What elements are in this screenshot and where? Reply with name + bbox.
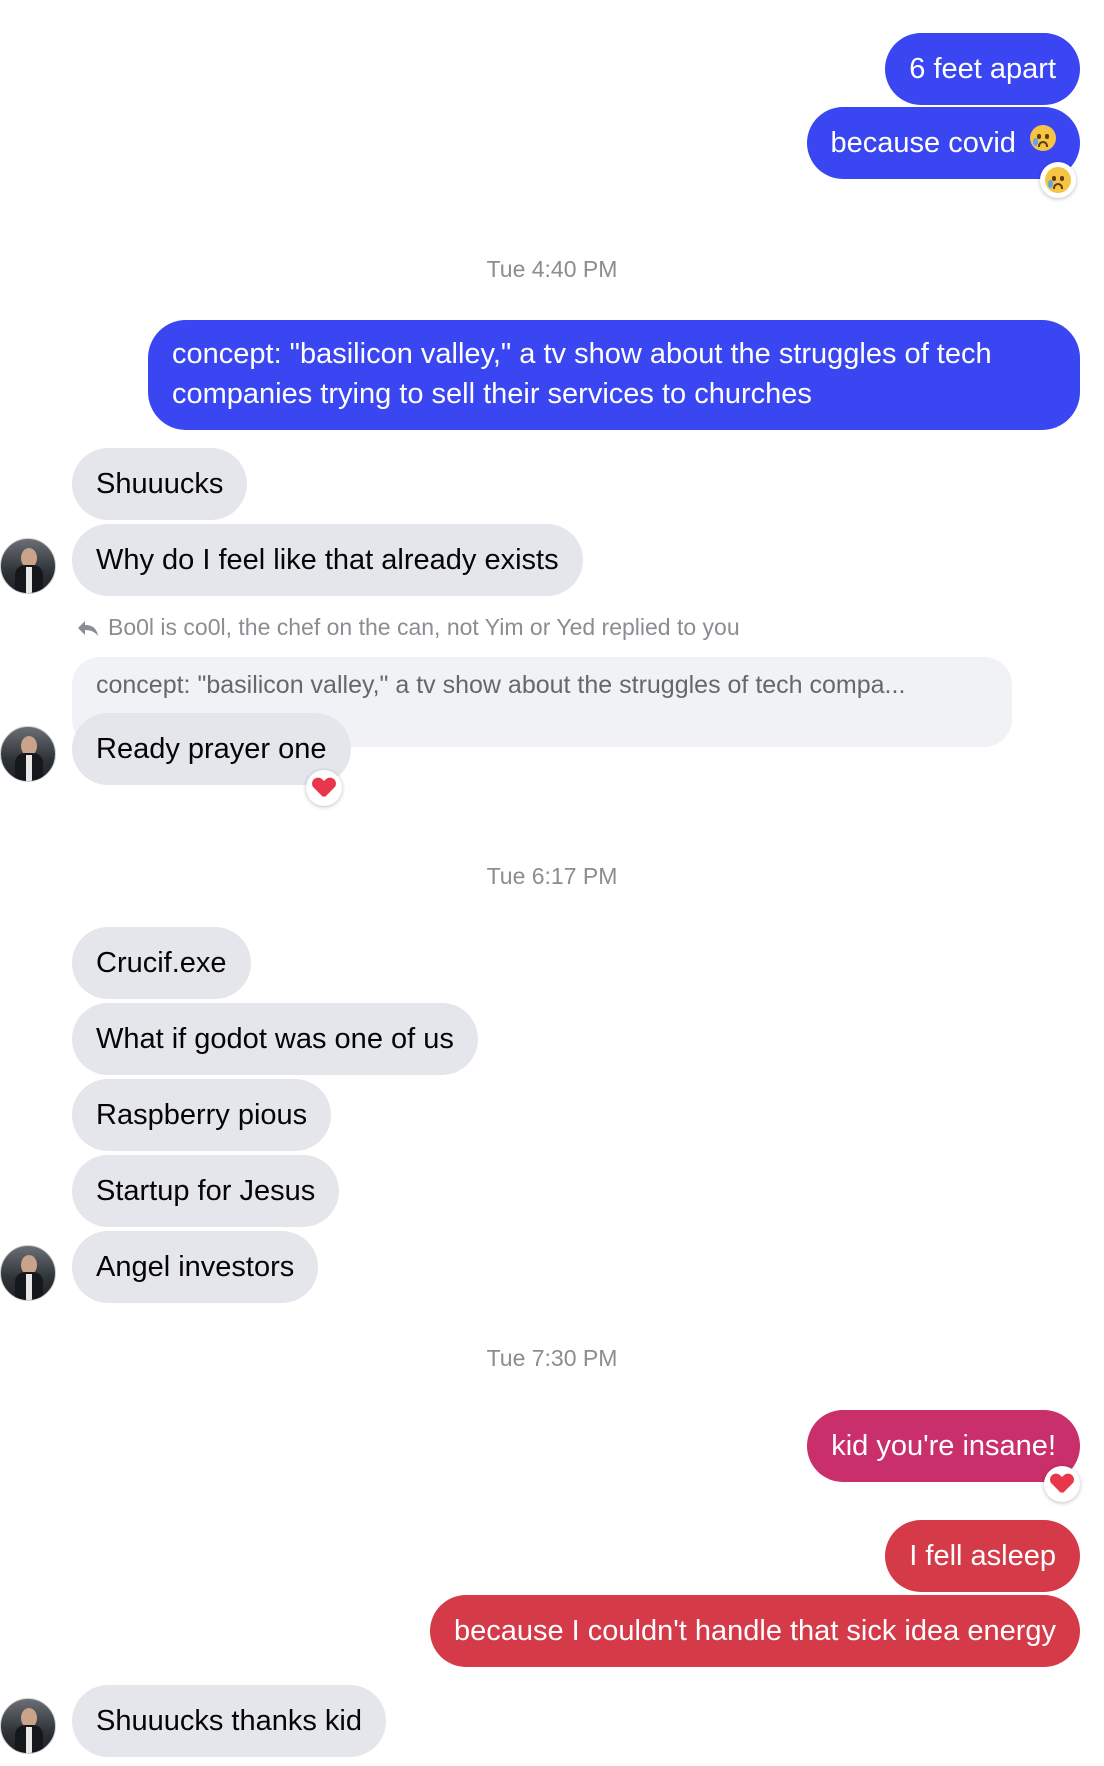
- message-incoming[interactable]: Shuuucks: [72, 448, 248, 520]
- timestamp: Tue 7:30 PM: [486, 1345, 618, 1371]
- message-outgoing[interactable]: kid you're insane!: [807, 1410, 1080, 1482]
- message-outgoing[interactable]: 6 feet apart: [885, 33, 1080, 105]
- reply-label: Bo0l is co0l, the chef on the can, not Y…: [108, 614, 740, 640]
- message-outgoing[interactable]: concept: "basilicon valley," a tv show a…: [148, 320, 1080, 430]
- message-incoming[interactable]: Angel investors: [72, 1231, 319, 1303]
- message-incoming[interactable]: Why do I feel like that already exists: [72, 524, 583, 596]
- message-incoming[interactable]: Shuuucks thanks kid: [72, 1685, 386, 1757]
- message-outgoing[interactable]: because I couldn't handle that sick idea…: [429, 1595, 1080, 1667]
- message-outgoing[interactable]: because covid: [806, 107, 1080, 179]
- message-incoming[interactable]: Crucif.exe: [72, 927, 251, 999]
- contact-avatar[interactable]: [0, 1245, 56, 1301]
- message-text: because covid: [830, 127, 1016, 159]
- message-incoming[interactable]: What if godot was one of us: [72, 1003, 478, 1075]
- message-incoming[interactable]: Startup for Jesus: [72, 1155, 340, 1227]
- message-outgoing[interactable]: I fell asleep: [885, 1520, 1080, 1592]
- timestamp: Tue 4:40 PM: [486, 256, 618, 282]
- contact-avatar[interactable]: [0, 1698, 56, 1754]
- reaction-heart-icon[interactable]: [306, 770, 342, 806]
- reaction-crying-face-icon[interactable]: [1040, 162, 1076, 198]
- contact-avatar[interactable]: [0, 538, 56, 594]
- reaction-heart-icon[interactable]: [1044, 1466, 1080, 1502]
- contact-avatar[interactable]: [0, 726, 56, 782]
- reply-indicator: Bo0l is co0l, the chef on the can, not Y…: [76, 614, 740, 641]
- reply-arrow-icon: [78, 620, 98, 636]
- message-incoming[interactable]: Ready prayer one: [72, 713, 351, 785]
- timestamp: Tue 6:17 PM: [486, 863, 618, 889]
- message-incoming[interactable]: Raspberry pious: [72, 1079, 332, 1151]
